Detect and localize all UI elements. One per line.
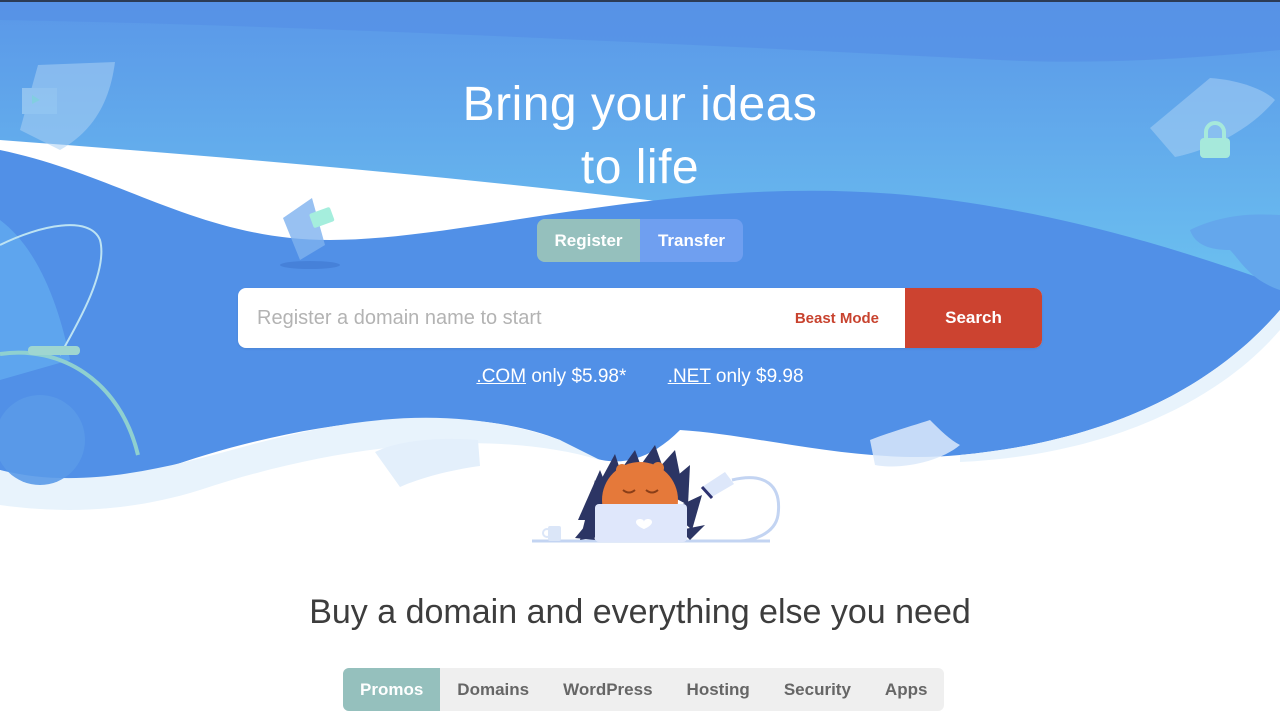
- beast-mode-link[interactable]: Beast Mode: [785, 288, 905, 348]
- tab-security[interactable]: Security: [767, 668, 868, 711]
- register-transfer-toggle: Register Transfer: [537, 219, 743, 262]
- domain-search-bar: Beast Mode Search: [238, 288, 1042, 348]
- price-promos: .COM only $5.98* .NET only $9.98: [0, 366, 1280, 388]
- hero-title-line2: to life: [580, 141, 700, 194]
- net-price: only $9.98: [715, 366, 804, 387]
- desk-lamp-icon: [700, 472, 781, 543]
- tab-apps[interactable]: Apps: [868, 668, 945, 711]
- search-button[interactable]: Search: [905, 288, 1042, 348]
- laptop-icon: [595, 504, 687, 542]
- net-link[interactable]: .NET: [668, 366, 711, 387]
- tab-domains[interactable]: Domains: [440, 668, 546, 711]
- category-tabs: Promos Domains WordPress Hosting Securit…: [343, 668, 945, 711]
- transfer-tab[interactable]: Transfer: [640, 219, 743, 262]
- window-top-border: [0, 0, 1280, 2]
- com-price: only $5.98*: [531, 366, 627, 387]
- tab-promos[interactable]: Promos: [343, 668, 441, 711]
- tab-hosting[interactable]: Hosting: [670, 668, 767, 711]
- com-link[interactable]: .COM: [476, 366, 526, 387]
- coffee-mug-icon: [542, 526, 561, 541]
- hero-title: Bring your ideas to life: [0, 73, 1280, 199]
- register-tab[interactable]: Register: [537, 219, 640, 262]
- section-title: Buy a domain and everything else you nee…: [309, 593, 971, 631]
- hero-title-line1: Bring your ideas: [462, 78, 818, 131]
- domain-search-input[interactable]: [238, 288, 785, 348]
- net-promo: .NET only $9.98: [668, 366, 804, 388]
- hedgehog-mascot: [532, 445, 781, 543]
- com-promo: .COM only $5.98*: [476, 366, 626, 388]
- tab-wordpress[interactable]: WordPress: [546, 668, 669, 711]
